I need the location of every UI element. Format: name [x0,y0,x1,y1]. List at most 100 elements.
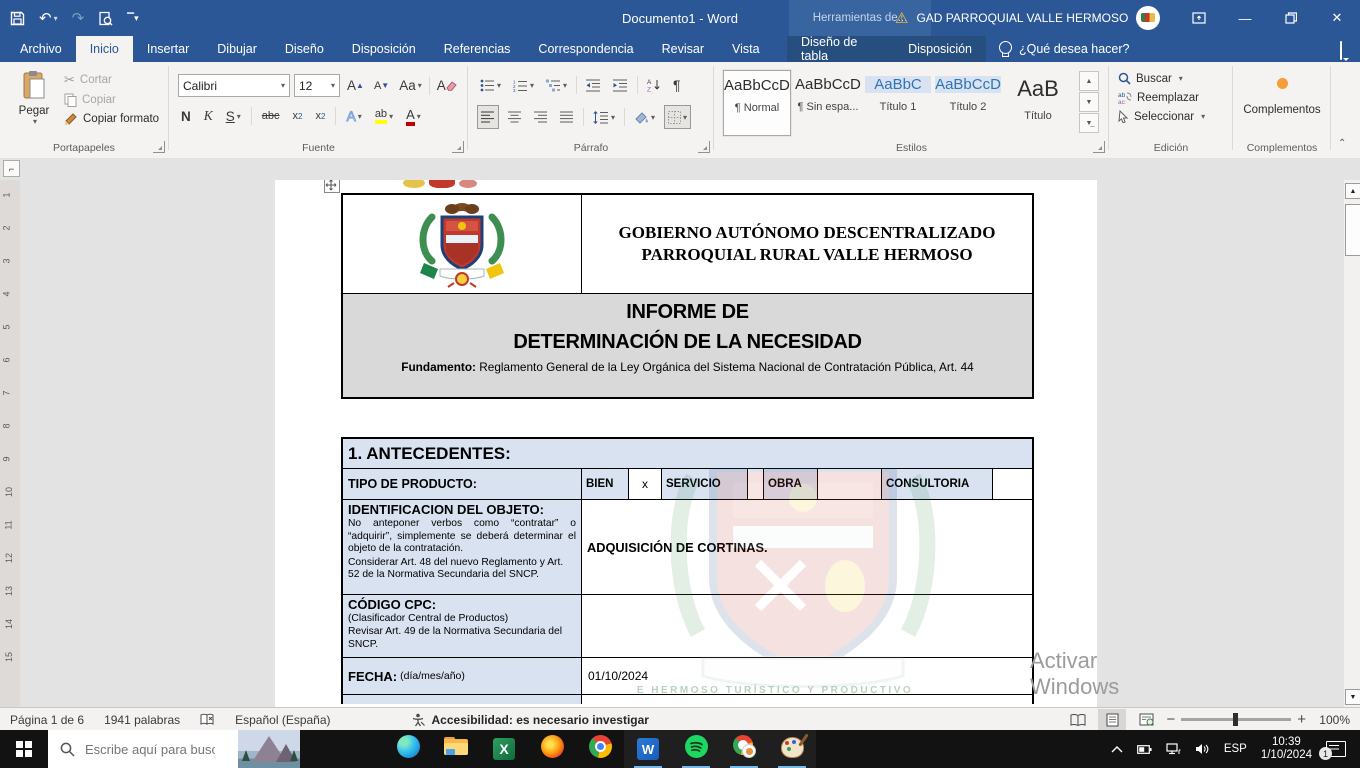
taskbar-clock[interactable]: 10:39 1/10/2024 [1261,736,1312,762]
format-painter-button[interactable]: Copiar formato [64,112,159,126]
paste-button[interactable]: Pegar ▾ [8,70,60,126]
tab-revisar[interactable]: Revisar [648,36,718,62]
tray-expand-icon[interactable] [1111,745,1123,753]
highlight-button[interactable]: ab▾ [372,105,396,127]
subscript-button[interactable]: x2 [290,105,306,127]
style-sin-espa[interactable]: AaBbCcDc¶ Sin espa... [795,70,861,134]
minimize-button[interactable]: — [1222,0,1268,36]
scroll-up-button[interactable]: ▲ [1345,183,1360,199]
show-marks-button[interactable]: ¶ [670,74,684,96]
justify-button[interactable] [557,106,577,128]
language-indicator[interactable]: Español (España) [225,713,340,727]
tab-vista[interactable]: Vista [718,36,774,62]
close-button[interactable]: ✕ [1314,0,1360,36]
style-normal[interactable]: AaBbCcDc¶ Normal [723,70,791,136]
word-count[interactable]: 1941 palabras [94,713,190,727]
font-dialog-launcher[interactable] [452,141,464,153]
accessibility-status[interactable]: Accesibilidad: es necesario investigar [401,713,659,727]
replace-button[interactable]: abac Reemplazar [1118,91,1205,104]
grow-font-button[interactable]: A▲ [344,75,367,97]
multilevel-list-button[interactable]: ▾ [543,74,570,96]
search-daily-image[interactable] [238,730,300,768]
styles-dialog-launcher[interactable] [1093,141,1105,153]
numbering-button[interactable]: 123▾ [510,74,537,96]
scrollbar-thumb[interactable] [1345,204,1360,256]
header-table[interactable]: GOBIERNO AUTÓNOMO DESCENTRALIZADO PARROQ… [341,193,1034,399]
tab-disposición[interactable]: Disposición [338,36,430,62]
strikethrough-button[interactable]: abc [259,105,283,127]
tab-insertar[interactable]: Insertar [133,36,203,62]
addins-button[interactable]: Complementos [1234,76,1330,116]
tab-dibujar[interactable]: Dibujar [203,36,271,62]
style-título-2[interactable]: AaBbCcDTítulo 2 [935,70,1001,134]
comments-icon[interactable] [1340,42,1342,60]
zoom-in-button[interactable]: + [1297,711,1306,728]
notification-center-icon[interactable]: 1 [1326,741,1346,757]
zoom-out-button[interactable]: − [1166,711,1175,728]
start-button[interactable] [0,730,48,768]
taskbar-app-edge[interactable] [384,730,432,768]
page-indicator[interactable]: Página 1 de 6 [0,713,94,727]
taskbar-search-box[interactable] [48,730,300,768]
taskbar-app-paint[interactable] [768,730,816,768]
font-color-button[interactable]: A▾ [403,105,424,127]
tab-inicio[interactable]: Inicio [76,36,133,62]
zoom-slider[interactable] [1181,718,1291,721]
redo-icon[interactable]: ↷ [72,9,85,27]
vertical-scrollbar[interactable]: ▲ ▼ [1343,180,1360,707]
align-center-button[interactable] [505,106,525,128]
tipo-mark-obra[interactable] [818,469,882,499]
save-icon[interactable] [10,11,25,26]
table-move-handle[interactable] [324,180,340,193]
sort-button[interactable]: AZ [644,74,664,96]
avatar[interactable] [1136,6,1160,30]
proofing-status[interactable] [190,713,225,726]
paragraph-dialog-launcher[interactable] [698,141,710,153]
clear-formatting-button[interactable]: A [434,75,460,97]
tipo-mark-bien[interactable]: x [629,469,662,499]
print-layout-button[interactable] [1098,709,1126,730]
increase-indent-button[interactable] [610,74,631,96]
cut-button[interactable]: ✂ Cortar [64,72,159,88]
style-scroll-down[interactable]: ▼ [1079,92,1099,112]
antecedentes-table[interactable]: 1. ANTECEDENTES: TIPO DE PRODUCTO: BIEN … [341,437,1034,704]
taskbar-app-spotify[interactable] [672,730,720,768]
tipo-mark-servicio[interactable] [748,469,764,499]
keyboard-language[interactable]: ESP [1224,743,1247,755]
shrink-font-button[interactable]: A▼ [371,75,392,97]
taskbar-app-file-explorer[interactable] [432,730,480,768]
clipboard-dialog-launcher[interactable] [153,141,165,153]
bold-button[interactable]: N [178,105,194,127]
volume-icon[interactable] [1195,743,1210,755]
change-case-button[interactable]: Aa▾ [396,75,425,97]
taskbar-app-excel[interactable]: X [480,730,528,768]
tipo-mark-consultoria[interactable] [993,469,1032,499]
find-button[interactable]: Buscar▾ [1118,72,1205,85]
search-input[interactable] [83,741,217,758]
paste-dropdown[interactable]: ▾ [10,117,60,126]
print-preview-icon[interactable] [98,11,113,26]
contextual-tab-diseño-de-tabla[interactable]: Diseño de tabla [787,36,894,62]
undo-icon[interactable]: ↶▾ [39,9,58,27]
qat-customize-icon[interactable]: ▔▾ [127,13,138,24]
style-gallery-more[interactable]: ▼̲ [1079,113,1099,133]
style-título[interactable]: AaBTítulo [1005,70,1071,134]
line-spacing-button[interactable]: ▾ [590,106,618,128]
account-area[interactable]: ⚠ GAD PARROQUIAL VALLE HERMOSO [895,0,1160,36]
superscript-button[interactable]: x2 [313,105,329,127]
align-right-button[interactable] [531,106,551,128]
taskbar-app-word[interactable]: W [624,730,672,768]
tab-selector[interactable]: ⌐ [3,160,20,177]
font-size-combo[interactable]: 12▾ [294,74,340,97]
taskbar-app-firefox[interactable] [528,730,576,768]
borders-button[interactable]: ▾ [664,105,691,129]
battery-icon[interactable] [1137,744,1152,755]
select-button[interactable]: Seleccionar▾ [1118,110,1205,123]
style-título-1[interactable]: AaBbCTítulo 1 [865,70,931,134]
network-icon[interactable] [1166,743,1181,755]
document-page[interactable]: GOBIERNO AUTÓNOMO DESCENTRALIZADO PARROQ… [275,180,1097,707]
taskbar-app-chrome-profile[interactable] [720,730,768,768]
copy-button[interactable]: Copiar [64,93,159,107]
tab-referencias[interactable]: Referencias [430,36,525,62]
tab-correspondencia[interactable]: Correspondencia [524,36,647,62]
